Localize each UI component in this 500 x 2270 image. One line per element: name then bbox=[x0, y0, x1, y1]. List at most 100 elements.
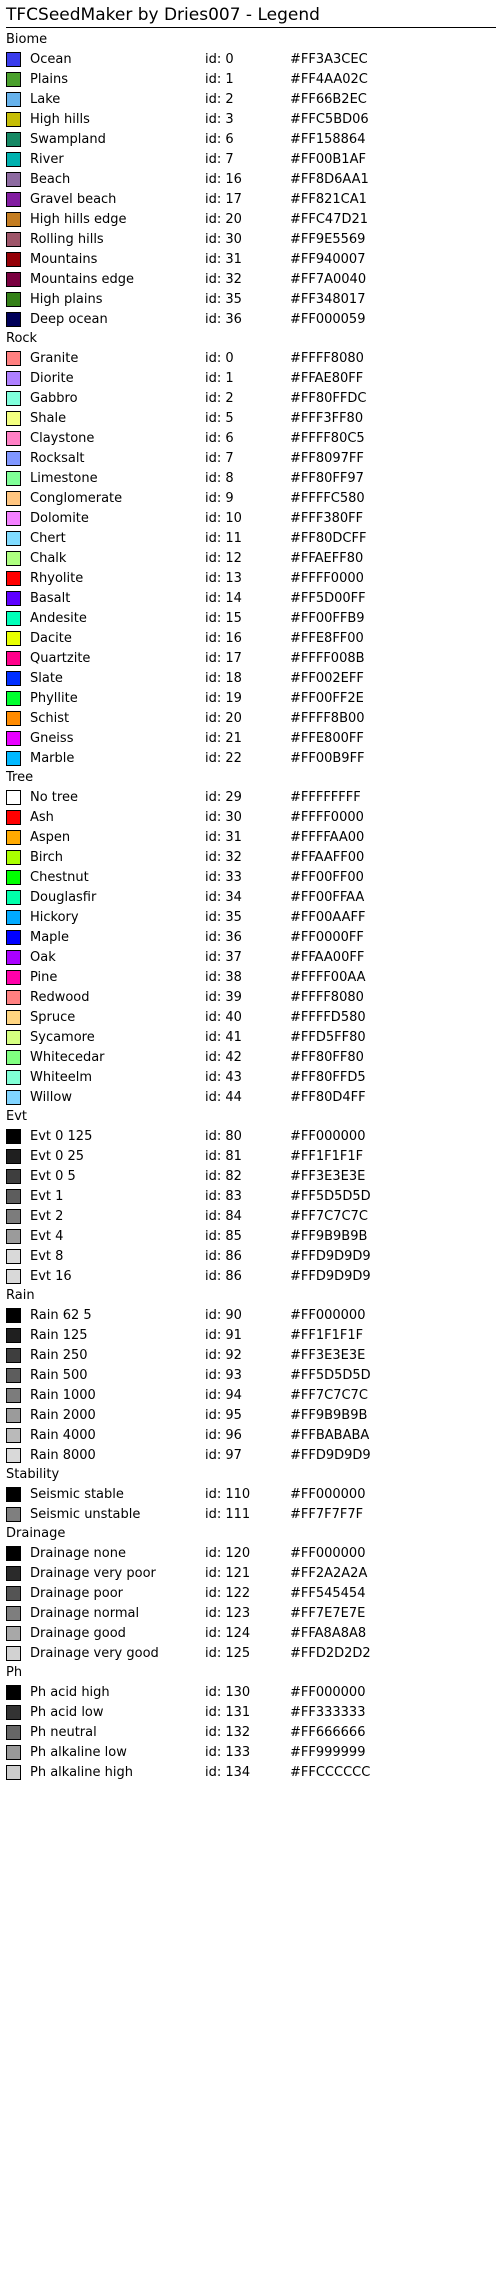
legend-row-id: id: 96 bbox=[205, 1427, 242, 1443]
legend-row-hex: #FF348017 bbox=[290, 291, 366, 307]
legend-row-label: Evt 0 5 bbox=[30, 1168, 76, 1184]
legend-row-label: River bbox=[30, 151, 64, 167]
color-swatch bbox=[6, 111, 21, 127]
legend-row-hex: #FF7A0040 bbox=[290, 271, 367, 287]
legend-row-id: id: 22 bbox=[205, 750, 242, 766]
legend-row-id: id: 110 bbox=[205, 1486, 251, 1502]
color-swatch bbox=[6, 350, 21, 366]
legend-row-hex: #FF821CA1 bbox=[290, 191, 367, 207]
legend-row-hex: #FFBABABA bbox=[290, 1427, 370, 1443]
color-swatch bbox=[6, 91, 21, 107]
legend-row-hex: #FFD9D9D9 bbox=[290, 1447, 371, 1463]
legend-row: Limestone id: 8 #FF80FF97 bbox=[0, 468, 500, 488]
legend-row-hex: #FF000000 bbox=[290, 1128, 366, 1144]
color-swatch bbox=[6, 829, 21, 845]
legend-row-id: id: 37 bbox=[205, 949, 242, 965]
legend-row-id: id: 30 bbox=[205, 231, 242, 247]
color-swatch bbox=[6, 989, 21, 1005]
legend-row-id: id: 43 bbox=[205, 1069, 242, 1085]
legend-row-hex: #FF7C7C7C bbox=[290, 1387, 368, 1403]
legend-row: Marble id: 22 #FF00B9FF bbox=[0, 748, 500, 768]
legend-row: Basalt id: 14 #FF5D00FF bbox=[0, 588, 500, 608]
legend-row-label: Evt 2 bbox=[30, 1208, 64, 1224]
legend-row-hex: #FF002EFF bbox=[290, 670, 364, 686]
legend-row-label: Evt 1 bbox=[30, 1188, 64, 1204]
legend-row-label: Ash bbox=[30, 809, 54, 825]
legend-row: Evt 0 125 id: 80 #FF000000 bbox=[0, 1126, 500, 1146]
legend-row: Ph acid high id: 130 #FF000000 bbox=[0, 1682, 500, 1702]
legend-row-id: id: 40 bbox=[205, 1009, 242, 1025]
legend-row-label: Limestone bbox=[30, 470, 98, 486]
legend-row: Lake id: 2 #FF66B2EC bbox=[0, 89, 500, 109]
legend-row-id: id: 7 bbox=[205, 450, 234, 466]
color-swatch bbox=[6, 311, 21, 327]
legend-row-hex: #FFC5BD06 bbox=[290, 111, 369, 127]
legend-row-hex: #FF940007 bbox=[290, 251, 366, 267]
legend-row-hex: #FF3E3E3E bbox=[290, 1347, 366, 1363]
legend-row-label: Seismic unstable bbox=[30, 1506, 141, 1522]
legend-row: Beach id: 16 #FF8D6AA1 bbox=[0, 169, 500, 189]
color-swatch bbox=[6, 809, 21, 825]
color-swatch bbox=[6, 1168, 21, 1184]
legend-group-title: Evt bbox=[6, 1109, 28, 1124]
color-swatch bbox=[6, 750, 21, 766]
legend-row: Mountains id: 31 #FF940007 bbox=[0, 249, 500, 269]
legend-row-label: Marble bbox=[30, 750, 75, 766]
legend-row-id: id: 1 bbox=[205, 71, 234, 87]
color-swatch bbox=[6, 1089, 21, 1105]
legend-row-id: id: 134 bbox=[205, 1764, 251, 1780]
color-swatch bbox=[6, 1724, 21, 1740]
legend-row-id: id: 94 bbox=[205, 1387, 242, 1403]
legend-row-label: Chalk bbox=[30, 550, 67, 566]
legend-group-title: Drainage bbox=[6, 1526, 66, 1541]
color-swatch bbox=[6, 171, 21, 187]
legend-row-hex: #FFD5FF80 bbox=[290, 1029, 366, 1045]
legend-row-id: id: 80 bbox=[205, 1128, 242, 1144]
legend-row-label: Swampland bbox=[30, 131, 106, 147]
legend-group: Rock Granite id: 0 #FFFF8080 Diorite id: 1 #FF… bbox=[0, 329, 500, 768]
color-swatch bbox=[6, 1208, 21, 1224]
legend-row-id: id: 44 bbox=[205, 1089, 242, 1105]
legend-row-label: Ph alkaline low bbox=[30, 1744, 127, 1760]
legend-row-label: Hickory bbox=[30, 909, 79, 925]
color-swatch bbox=[6, 211, 21, 227]
legend-row-hex: #FFFF8B00 bbox=[290, 710, 365, 726]
legend-row-id: id: 16 bbox=[205, 171, 242, 187]
color-swatch bbox=[6, 1764, 21, 1780]
legend-row-hex: #FF158864 bbox=[290, 131, 366, 147]
legend-row-label: Evt 0 25 bbox=[30, 1148, 85, 1164]
legend-row-id: id: 6 bbox=[205, 430, 234, 446]
color-swatch bbox=[6, 1387, 21, 1403]
legend-row-id: id: 14 bbox=[205, 590, 242, 606]
color-swatch bbox=[6, 291, 21, 307]
legend-row-hex: #FF00FFAA bbox=[290, 889, 365, 905]
legend-row-label: Sycamore bbox=[30, 1029, 95, 1045]
legend-row-id: id: 124 bbox=[205, 1625, 251, 1641]
legend-row-hex: #FF00FF2E bbox=[290, 690, 364, 706]
legend-row-label: Gravel beach bbox=[30, 191, 117, 207]
legend-row-hex: #FF00B1AF bbox=[290, 151, 366, 167]
color-swatch bbox=[6, 730, 21, 746]
legend-row-label: Rain 2000 bbox=[30, 1407, 96, 1423]
legend-row-label: Redwood bbox=[30, 989, 90, 1005]
legend-row-hex: #FF000000 bbox=[290, 1486, 366, 1502]
color-swatch bbox=[6, 710, 21, 726]
legend-row: Evt 8 id: 86 #FFD9D9D9 bbox=[0, 1246, 500, 1266]
legend-row-id: id: 84 bbox=[205, 1208, 242, 1224]
legend-row: Drainage good id: 124 #FFA8A8A8 bbox=[0, 1623, 500, 1643]
legend-row-label: Basalt bbox=[30, 590, 71, 606]
color-swatch bbox=[6, 231, 21, 247]
legend-row-label: Whiteelm bbox=[30, 1069, 93, 1085]
legend-row: Rain 2000 id: 95 #FF9B9B9B bbox=[0, 1405, 500, 1425]
color-swatch bbox=[6, 430, 21, 446]
legend-row-id: id: 95 bbox=[205, 1407, 242, 1423]
legend-row-id: id: 32 bbox=[205, 849, 242, 865]
legend-row-label: Shale bbox=[30, 410, 67, 426]
legend-row: Swampland id: 6 #FF158864 bbox=[0, 129, 500, 149]
legend-row-id: id: 91 bbox=[205, 1327, 242, 1343]
legend-row-id: id: 131 bbox=[205, 1704, 251, 1720]
legend-row-hex: #FF80FF80 bbox=[290, 1049, 364, 1065]
color-swatch bbox=[6, 390, 21, 406]
legend-row: Hickory id: 35 #FF00AAFF bbox=[0, 907, 500, 927]
legend-row: Drainage poor id: 122 #FF545454 bbox=[0, 1583, 500, 1603]
